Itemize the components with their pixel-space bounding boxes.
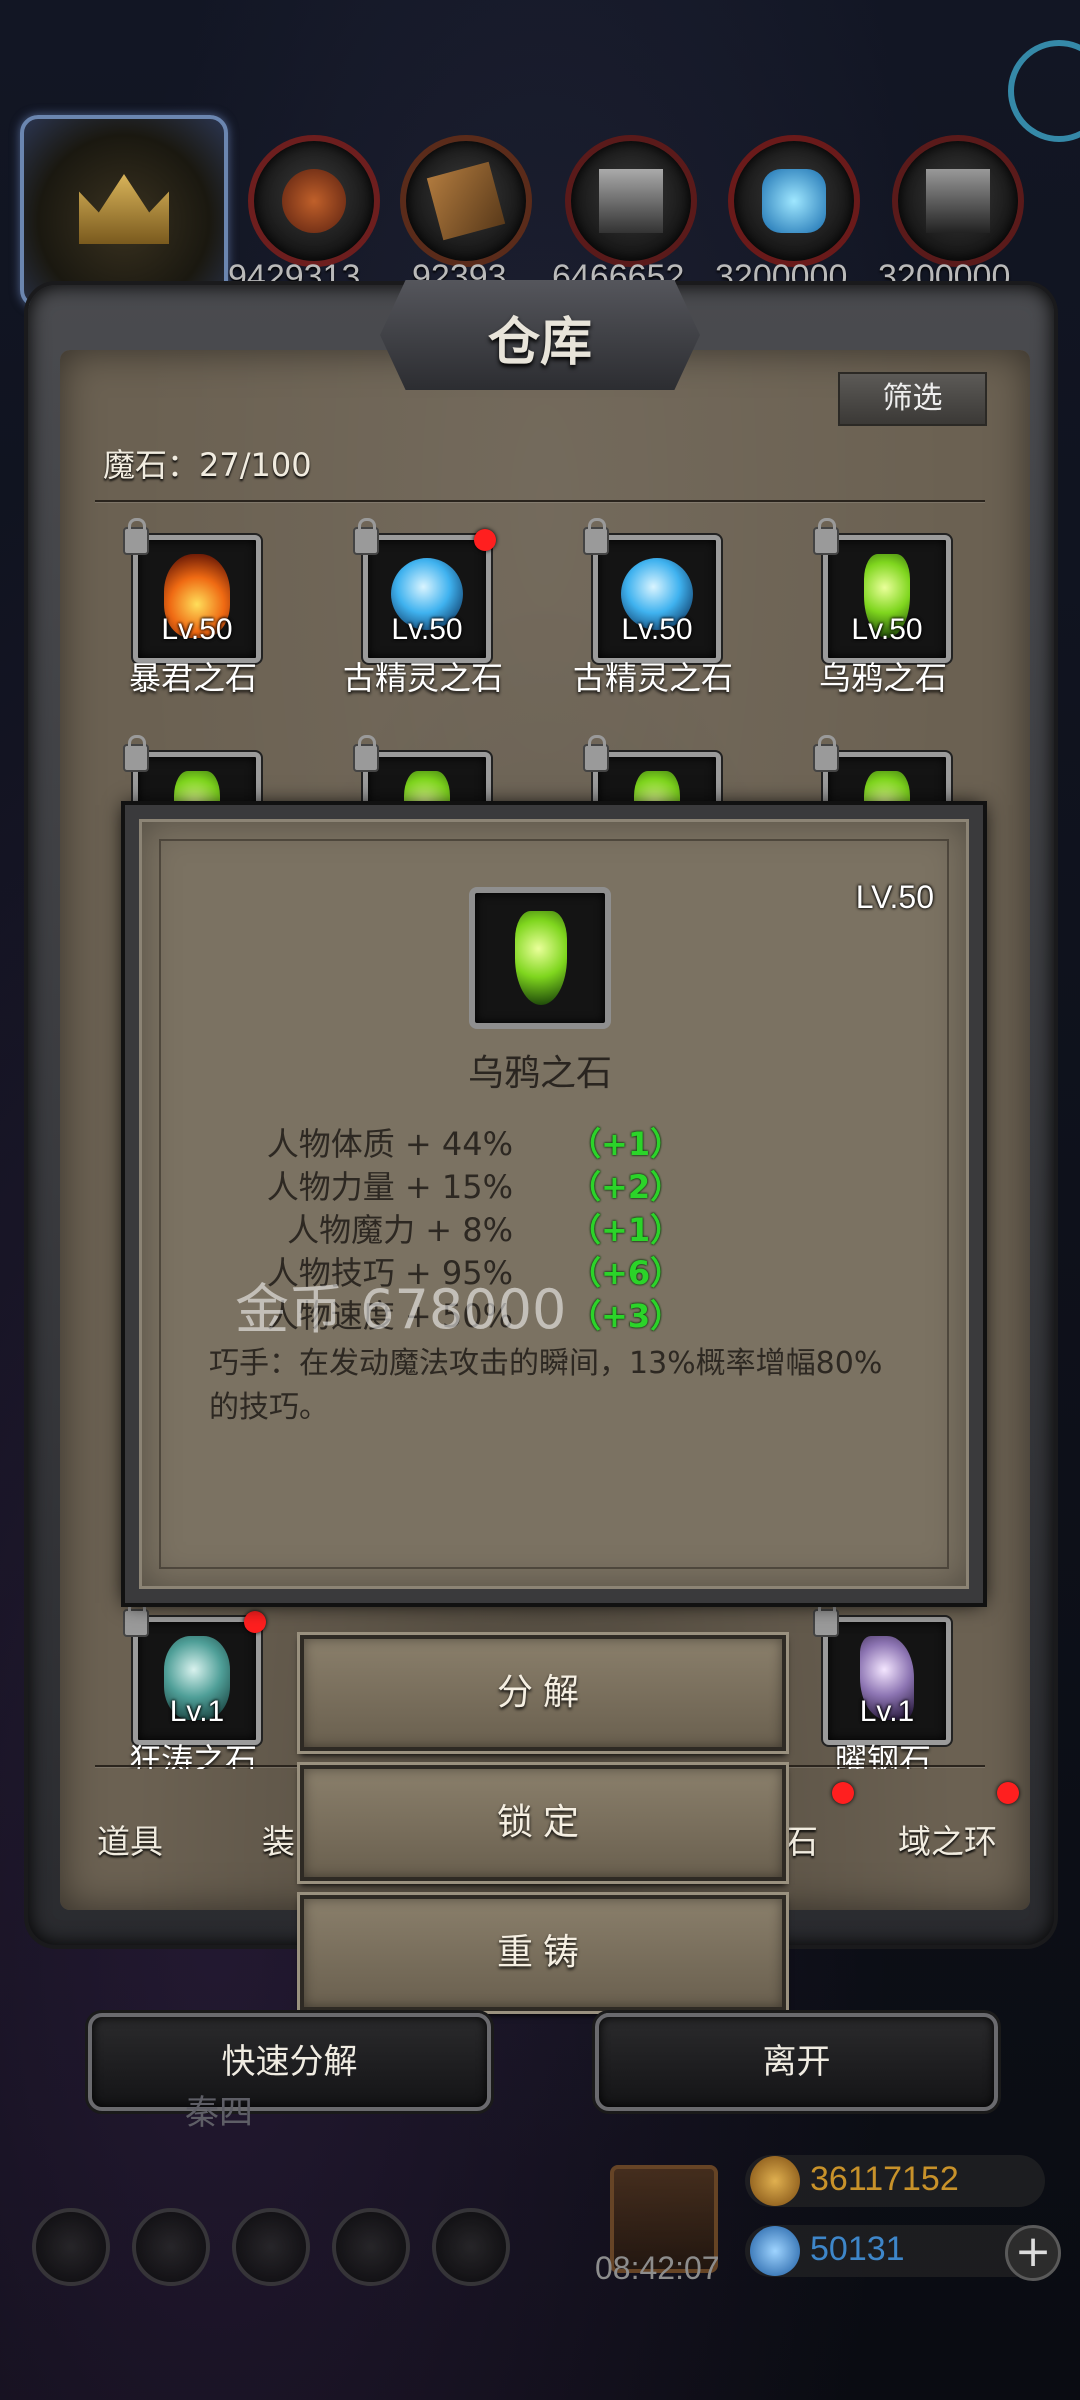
iron-icon[interactable]	[565, 135, 697, 267]
warehouse-title: 仓库	[487, 312, 592, 373]
lock-icon	[813, 735, 839, 772]
detail-stone-name: 乌鸦之石	[467, 1053, 612, 1094]
achievement-icon[interactable]	[132, 2208, 210, 2286]
crown-icon	[79, 174, 169, 244]
stone-slot[interactable]: Lv.50 古精灵之石	[538, 518, 768, 697]
detail-stone-frame	[469, 887, 611, 1029]
stone-detail-card: LV.50 乌鸦之石 人物体质 + 44% （+1） 人物力量 + 15% （+…	[121, 801, 987, 1607]
quick-decompose-button[interactable]: 快速分解	[88, 2013, 491, 2111]
stone-level: Lv.1	[859, 1695, 915, 1728]
gold-amount: 36117152	[810, 2160, 959, 2198]
stone-level: Lv.50	[161, 613, 233, 646]
stone-name: 暴君之石	[128, 659, 257, 697]
lock-button[interactable]: 锁定	[297, 1762, 789, 1884]
attribute-label: 人物体质 + 44%	[266, 1125, 513, 1163]
lock-icon	[813, 1600, 839, 1637]
attribute-label: 人物魔力 + 8%	[287, 1211, 513, 1249]
gold-coin-icon	[750, 2156, 800, 2206]
detail-description: 巧手：在发动魔法攻击的瞬间，13%概率增幅80%的技巧。	[209, 1346, 883, 1425]
stone-level: Lv.50	[391, 613, 463, 646]
magic-stone-count: 魔石：27/100	[103, 446, 312, 484]
wood-icon[interactable]	[400, 135, 532, 267]
attribute-row: 人物力量 + 15% （+2）	[139, 1162, 941, 1206]
settings-icon[interactable]	[32, 2208, 110, 2286]
stone-name: 古精灵之石	[342, 659, 503, 697]
stone-slot[interactable]: Lv.50 古精灵之石	[308, 518, 538, 697]
countdown-timer: 08:42:07	[595, 2250, 720, 2286]
attribute-label: 人物力量 + 15%	[266, 1168, 513, 1206]
stone-name: 古精灵之石	[572, 659, 733, 697]
stone-slot[interactable]: Lv.1 曜钢石	[768, 1600, 998, 1777]
new-indicator-dot	[832, 1782, 854, 1804]
stone-level: Lv.1	[169, 1695, 225, 1728]
background-label: 秦四	[185, 2093, 253, 2133]
tab-domain-ring[interactable]: 域之环	[898, 1815, 997, 1863]
shop-icon[interactable]	[432, 2208, 510, 2286]
leave-button[interactable]: 离开	[595, 2013, 998, 2111]
attribute-bonus: （+3）	[569, 1297, 683, 1335]
tab-equipment[interactable]: 装	[262, 1815, 295, 1863]
lock-icon	[123, 518, 149, 555]
player-avatar[interactable]	[20, 115, 228, 308]
attribute-bonus: （+6）	[569, 1254, 683, 1292]
new-indicator-dot	[997, 1782, 1019, 1804]
raven-stone-icon	[515, 911, 567, 1005]
add-currency-button[interactable]: +	[1005, 2225, 1061, 2281]
attribute-bonus: （+2）	[569, 1168, 683, 1206]
decompose-button[interactable]: 分解	[297, 1632, 789, 1754]
lock-icon	[123, 735, 149, 772]
blue-gem-currency-icon	[750, 2226, 800, 2276]
lock-icon	[583, 518, 609, 555]
stone-slot[interactable]: Lv.1 狂涛之石	[78, 1600, 308, 1777]
attribute-row: 人物体质 + 44% （+1）	[139, 1119, 941, 1163]
detail-level: LV.50	[855, 879, 934, 915]
tab-items[interactable]: 道具	[97, 1815, 163, 1863]
attribute-row: 人物魔力 + 8% （+1）	[139, 1205, 941, 1249]
lock-icon	[583, 735, 609, 772]
gold-price-overlay: 金币 678000	[235, 1278, 567, 1341]
steel-icon[interactable]	[892, 135, 1024, 267]
attribute-bonus: （+1）	[569, 1125, 683, 1163]
stone-name: 乌鸦之石	[818, 659, 947, 697]
stone-name: 曜钢石	[834, 1741, 931, 1769]
lock-icon	[123, 1600, 149, 1637]
new-indicator-dot	[474, 529, 496, 551]
lock-icon	[353, 735, 379, 772]
lock-icon	[813, 518, 839, 555]
divider	[95, 500, 985, 502]
new-indicator-dot	[244, 1611, 266, 1633]
stone-slot[interactable]: Lv.50 乌鸦之石	[768, 518, 998, 697]
stone-level: Lv.50	[851, 613, 923, 646]
stone-level: Lv.50	[621, 613, 693, 646]
guild-icon[interactable]	[232, 2208, 310, 2286]
ore-icon[interactable]	[248, 135, 380, 267]
stone-slot[interactable]: Lv.50 暴君之石	[78, 518, 308, 697]
reforge-button[interactable]: 重铸	[297, 1892, 789, 2014]
gem-amount: 50131	[810, 2230, 905, 2268]
filter-button[interactable]: 筛选	[838, 372, 987, 426]
lock-icon	[353, 518, 379, 555]
stone-name: 狂涛之石	[128, 1741, 257, 1769]
attribute-bonus: （+1）	[569, 1211, 683, 1249]
crystal-icon[interactable]	[728, 135, 860, 267]
mail-icon[interactable]	[332, 2208, 410, 2286]
